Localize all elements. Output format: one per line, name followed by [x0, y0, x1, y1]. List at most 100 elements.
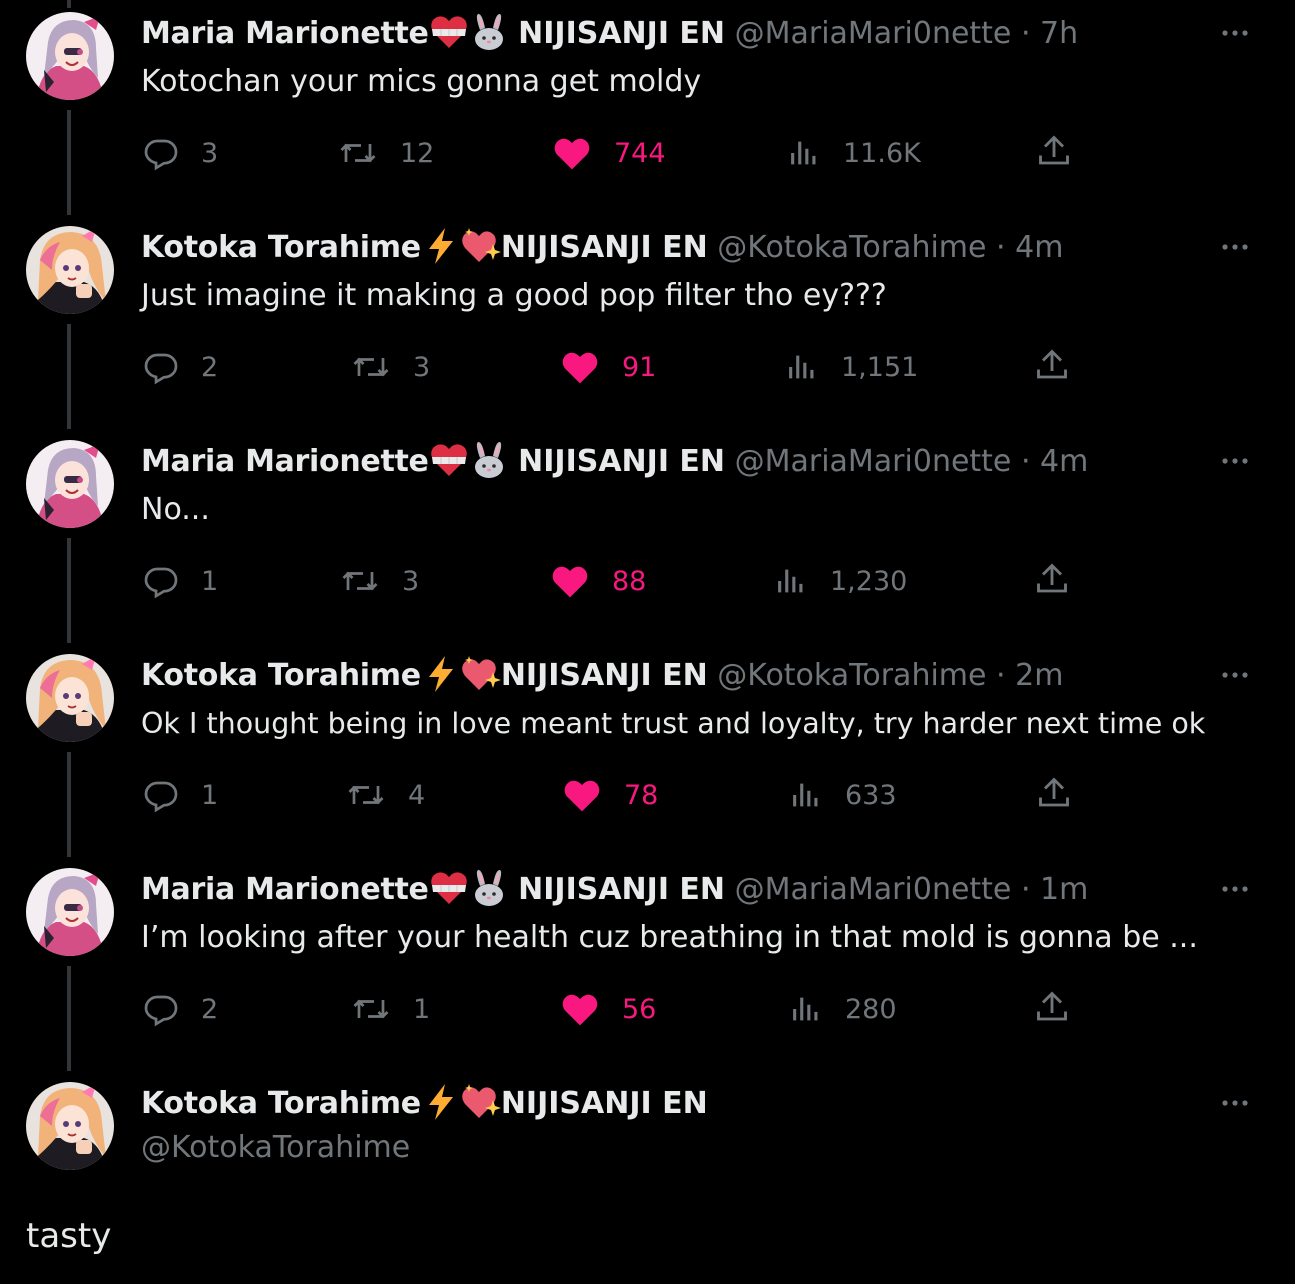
repost-icon: [340, 143, 376, 163]
reply-button[interactable]: 2: [143, 987, 218, 1031]
reply-button[interactable]: 2: [143, 345, 218, 389]
view-count: 1,151: [841, 351, 919, 383]
tweet-text: Just imagine it making a good pop filter…: [141, 278, 887, 313]
avatar-image: [26, 12, 114, 100]
heart-icon: [562, 994, 598, 1026]
bandaged-heart-icon: [429, 440, 469, 480]
share-icon[interactable]: [1034, 989, 1070, 1025]
repost-count: 4: [408, 779, 426, 811]
timestamp[interactable]: 4m: [1015, 230, 1063, 265]
avatar[interactable]: [26, 12, 114, 100]
reply-count: 1: [201, 565, 219, 597]
tweet-text: tasty: [26, 1216, 112, 1256]
affiliation: NIJISANJI EN: [500, 230, 708, 265]
avatar[interactable]: [26, 1082, 114, 1170]
separator: ·: [1020, 16, 1031, 51]
reply-count: 2: [201, 993, 219, 1025]
more-options-icon[interactable]: [1217, 446, 1253, 476]
like-button[interactable]: 91: [560, 345, 656, 389]
timestamp[interactable]: 1m: [1040, 872, 1088, 907]
reply-icon: [144, 139, 178, 171]
display-name[interactable]: Kotoka Torahime: [141, 1086, 421, 1121]
sparkling-heart-icon: [461, 1082, 501, 1122]
thread-line: [67, 0, 71, 8]
lightning-icon: [421, 654, 461, 694]
display-name[interactable]: Kotoka Torahime: [141, 230, 421, 265]
more-options-icon[interactable]: [1217, 1088, 1253, 1118]
avatar-image: [26, 868, 114, 956]
more-options-icon[interactable]: [1217, 18, 1253, 48]
views-button[interactable]: 1,230: [774, 559, 907, 603]
sparkling-heart-icon: [461, 654, 501, 694]
views-icon: [778, 569, 803, 593]
heart-icon: [554, 138, 590, 170]
affiliation: NIJISANJI EN: [500, 1086, 708, 1121]
like-button[interactable]: 56: [560, 987, 656, 1031]
handle[interactable]: @MariaMari0nette: [735, 872, 1012, 907]
display-name[interactable]: Kotoka Torahime: [141, 658, 421, 693]
avatar[interactable]: [26, 226, 114, 314]
repost-button[interactable]: 4: [346, 773, 425, 817]
display-name[interactable]: Maria Marionette: [141, 16, 429, 51]
views-button[interactable]: 280: [789, 987, 897, 1031]
separator: ·: [1020, 444, 1031, 479]
views-button[interactable]: 1,151: [785, 345, 918, 389]
like-count: 56: [622, 993, 657, 1025]
rabbit-icon: [469, 12, 509, 52]
reply-count: 1: [201, 779, 219, 811]
repost-count: 3: [402, 565, 420, 597]
handle[interactable]: @MariaMari0nette: [735, 444, 1012, 479]
views-icon: [793, 997, 818, 1021]
like-count: 744: [614, 137, 666, 169]
repost-icon: [353, 357, 389, 377]
views-button[interactable]: 11.6K: [787, 131, 921, 175]
repost-count: 3: [413, 351, 431, 383]
view-count: 1,230: [830, 565, 908, 597]
like-button[interactable]: 88: [550, 559, 646, 603]
handle[interactable]: @KotokaTorahime: [717, 658, 986, 693]
action-bar: 3 12 744 11.6K: [141, 131, 1141, 175]
more-options-icon[interactable]: [1217, 232, 1253, 262]
reply-button[interactable]: 3: [143, 131, 218, 175]
more-options-icon[interactable]: [1217, 660, 1253, 690]
views-icon: [791, 141, 816, 165]
like-button[interactable]: 744: [552, 131, 666, 175]
tweet-header: Maria Marionette NIJISANJI EN @MariaMari…: [141, 14, 1078, 54]
lightning-icon: [421, 226, 461, 266]
share-icon[interactable]: [1036, 775, 1072, 811]
avatar[interactable]: [26, 440, 114, 528]
timestamp[interactable]: 2m: [1015, 658, 1063, 693]
timestamp[interactable]: 4m: [1040, 444, 1088, 479]
handle[interactable]: @MariaMari0nette: [735, 16, 1012, 51]
avatar[interactable]: [26, 868, 114, 956]
repost-button[interactable]: 12: [338, 131, 434, 175]
display-name[interactable]: Maria Marionette: [141, 872, 429, 907]
reply-button[interactable]: 1: [143, 559, 218, 603]
action-bar: 1 3 88 1,230: [141, 559, 1141, 603]
more-options-icon[interactable]: [1217, 874, 1253, 904]
reply-button[interactable]: 1: [143, 773, 218, 817]
reply-count: 2: [201, 351, 219, 383]
views-button[interactable]: 633: [789, 773, 897, 817]
action-bar: 1 4 78 633: [141, 773, 1141, 817]
timestamp[interactable]: 7h: [1040, 16, 1078, 51]
repost-button[interactable]: 3: [351, 345, 430, 389]
views-icon: [793, 783, 818, 807]
display-name[interactable]: Maria Marionette: [141, 444, 429, 479]
rabbit-icon: [469, 440, 509, 480]
tweet-text: I’m looking after your health cuz breath…: [141, 920, 1198, 955]
thread-line: [67, 110, 71, 215]
share-icon[interactable]: [1034, 561, 1070, 597]
repost-button[interactable]: 1: [351, 987, 430, 1031]
avatar[interactable]: [26, 654, 114, 742]
avatar-image: [26, 1082, 114, 1170]
share-icon[interactable]: [1034, 347, 1070, 383]
handle[interactable]: @KotokaTorahime: [717, 230, 986, 265]
handle[interactable]: @KotokaTorahime: [141, 1128, 410, 1168]
avatar-image: [26, 440, 114, 528]
share-icon[interactable]: [1036, 133, 1072, 169]
reply-count: 3: [201, 137, 219, 169]
repost-button[interactable]: 3: [340, 559, 419, 603]
action-bar: 2 3 91 1,151: [141, 345, 1141, 389]
like-button[interactable]: 78: [562, 773, 658, 817]
